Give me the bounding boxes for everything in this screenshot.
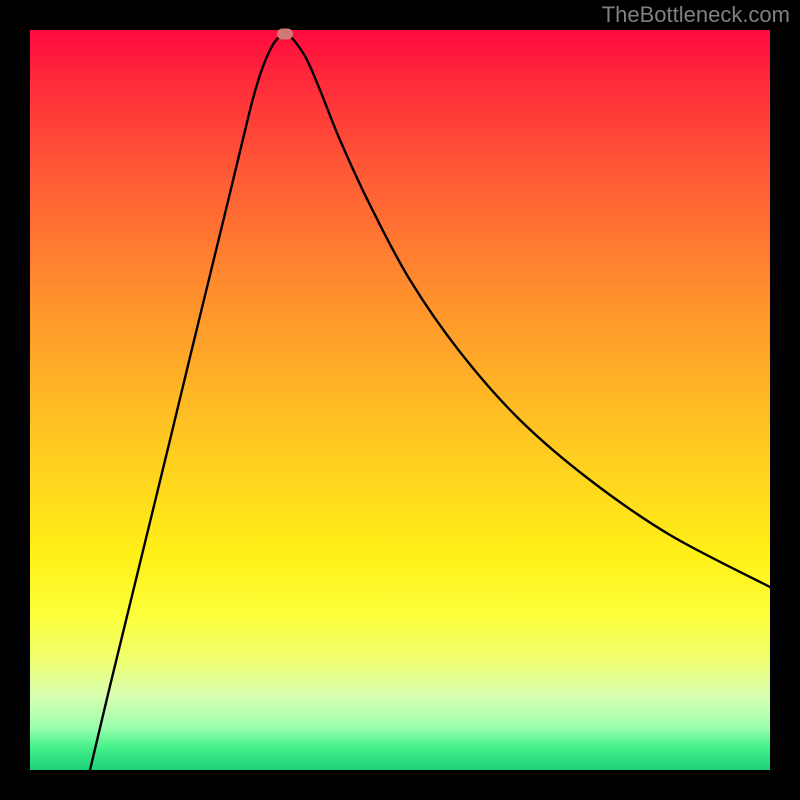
plot-area bbox=[30, 30, 770, 770]
watermark-text: TheBottleneck.com bbox=[602, 2, 790, 28]
curve-svg bbox=[30, 30, 770, 770]
min-point-marker bbox=[277, 29, 293, 40]
chart-outer: TheBottleneck.com bbox=[0, 0, 800, 800]
bottleneck-curve bbox=[90, 34, 770, 770]
